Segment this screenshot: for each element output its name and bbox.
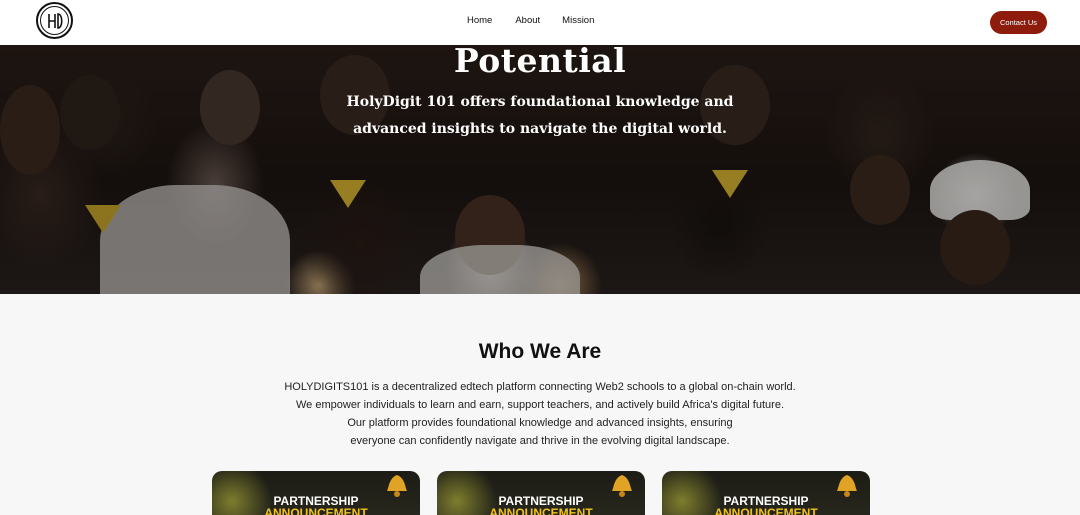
- who-we-are-line: everyone can confidently navigate and th…: [350, 435, 730, 447]
- nav-link-about[interactable]: About: [515, 15, 540, 26]
- nav-link-mission[interactable]: Mission: [562, 15, 594, 26]
- card-subtitle: ANNOUNCEMENT: [489, 506, 593, 515]
- nav-link-home[interactable]: Home: [467, 15, 492, 26]
- who-we-are-text: HOLYDIGITS101 is a decentralized edtech …: [0, 378, 1080, 450]
- navbar: Home About Mission Contact Us: [0, 0, 1080, 45]
- logo-monogram-icon: [47, 12, 63, 29]
- announcement-card[interactable]: PARTNERSHIP ANNOUNCEMENT: [437, 471, 645, 515]
- hero-title: Potential: [453, 45, 627, 80]
- hero-subtitle-line: advanced insights to navigate the digita…: [353, 121, 727, 137]
- hero-overlay: [0, 45, 1080, 294]
- contact-us-button[interactable]: Contact Us: [990, 11, 1047, 34]
- hero-subtitle: HolyDigit 101 offers foundational knowle…: [0, 89, 1080, 143]
- nav-links: Home About Mission: [467, 15, 594, 26]
- hero-subtitle-line: HolyDigit 101 offers foundational knowle…: [346, 94, 734, 110]
- announcement-card[interactable]: PARTNERSHIP ANNOUNCEMENT: [662, 471, 870, 515]
- holydigit-logo-icon[interactable]: [36, 2, 73, 39]
- who-we-are-line: HOLYDIGITS101 is a decentralized edtech …: [284, 381, 796, 393]
- card-subtitle: ANNOUNCEMENT: [264, 506, 368, 515]
- card-subtitle: ANNOUNCEMENT: [714, 506, 818, 515]
- who-we-are-heading: Who We Are: [478, 340, 602, 363]
- who-we-are-line: We empower individuals to learn and earn…: [296, 399, 784, 411]
- hero-banner: Potential HolyDigit 101 offers foundatio…: [0, 45, 1080, 294]
- who-we-are-line: Our platform provides foundational knowl…: [347, 417, 733, 429]
- logo-inner-ring: [40, 6, 69, 35]
- announcement-card[interactable]: PARTNERSHIP ANNOUNCEMENT: [212, 471, 420, 515]
